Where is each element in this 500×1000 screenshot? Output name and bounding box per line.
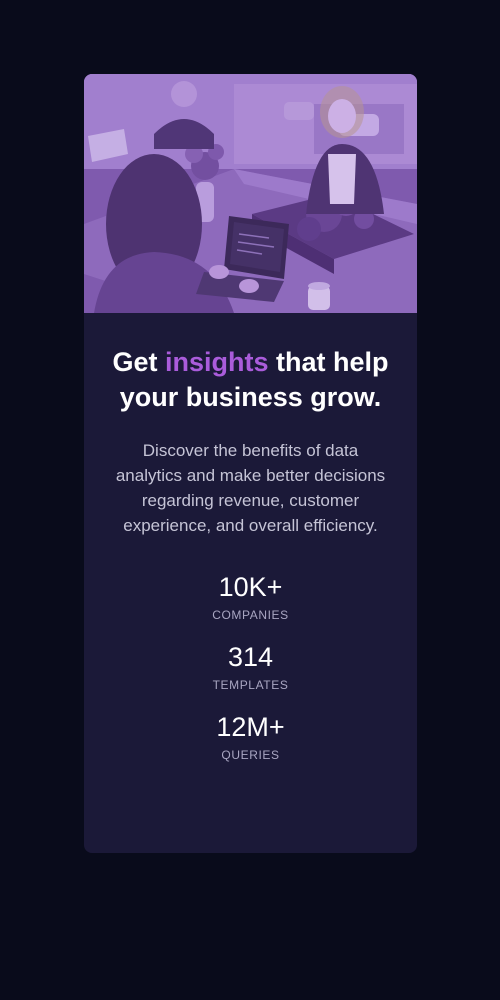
headline: Get insights that help your business gro…: [108, 345, 393, 415]
description: Discover the benefits of data analytics …: [115, 441, 386, 535]
stat-companies: 10K+ COMPANIES: [108, 572, 393, 622]
headline-accent: insights: [165, 347, 269, 377]
stat-value: 12M+: [216, 712, 285, 742]
stat-label: TEMPLATES: [212, 678, 289, 692]
stat-label: COMPANIES: [212, 608, 289, 622]
stat-templates: 314 TEMPLATES: [108, 642, 393, 692]
hero-image: [84, 74, 417, 313]
headline-prefix: Get: [112, 347, 165, 377]
stat-value: 10K+: [218, 572, 283, 602]
stat-value: 314: [227, 642, 274, 672]
card-content: Get insights that help your business gro…: [84, 313, 417, 762]
stats-preview-card: Get insights that help your business gro…: [84, 74, 417, 853]
stats-list: 10K+ COMPANIES 314 TEMPLATES 12M+ QUERIE…: [108, 572, 393, 762]
stat-queries: 12M+ QUERIES: [108, 712, 393, 762]
office-photo-illustration: [84, 74, 417, 313]
stat-label: QUERIES: [221, 748, 280, 762]
